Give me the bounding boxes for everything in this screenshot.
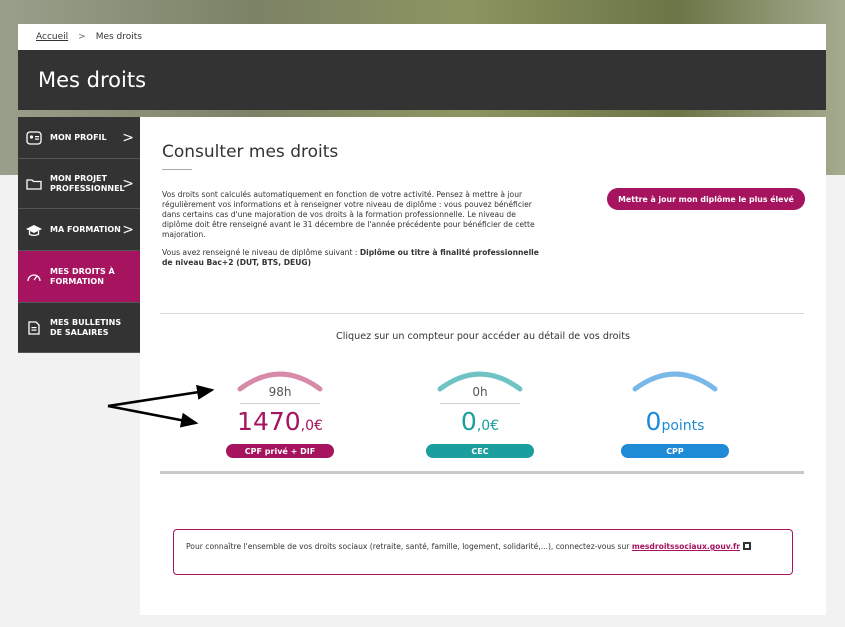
- external-link-icon: [743, 542, 752, 550]
- gauge-icon: [26, 269, 42, 285]
- counter-amount-value: 1470: [237, 407, 301, 436]
- section-title: Consulter mes droits: [162, 142, 339, 162]
- counter-label-cec[interactable]: CEC: [426, 444, 534, 458]
- counter-amount: 0,0€: [410, 407, 550, 436]
- counter-amount-unit: ,0€: [476, 418, 500, 434]
- mesdroitssociaux-link[interactable]: mesdroitssociaux.gouv.fr: [632, 542, 740, 551]
- graduation-cap-icon: [26, 222, 42, 238]
- page-title: Mes droits: [38, 68, 147, 92]
- counters-baseline: [160, 471, 804, 474]
- sidebar-item-mon-projet[interactable]: MON PROJET PROFESSIONNEL >: [18, 159, 140, 209]
- intro-paragraph: Vos droits sont calculés automatiquement…: [162, 190, 535, 239]
- title-underline: [162, 169, 192, 170]
- sidebar: MON PROFIL > MON PROJET PROFESSIONNEL > …: [18, 117, 140, 353]
- chevron-right-icon: >: [122, 221, 134, 238]
- sidebar-item-label: MON PROJET PROFESSIONNEL: [50, 173, 125, 193]
- counter-amount-unit: points: [661, 418, 705, 434]
- profile-card-icon: [26, 130, 42, 146]
- intro-text: Vos droits sont calculés automatiquement…: [162, 190, 542, 276]
- breadcrumb: Accueil > Mes droits: [18, 24, 826, 50]
- sidebar-item-label: MES DROITS À FORMATION: [50, 266, 115, 286]
- breadcrumb-current: Mes droits: [95, 32, 142, 42]
- folder-icon: [26, 176, 42, 192]
- sidebar-item-label: MON PROFIL: [50, 132, 107, 142]
- counter-cec[interactable]: 0h 0,0€ CEC: [410, 365, 550, 461]
- sidebar-item-label: MA FORMATION: [50, 224, 121, 234]
- chevron-right-icon: >: [122, 129, 134, 146]
- counter-cpp[interactable]: 0points CPP: [605, 365, 745, 461]
- counter-amount-value: 0: [645, 407, 662, 436]
- chevron-right-icon: >: [122, 175, 134, 192]
- divider: [160, 313, 804, 314]
- counter-hours: 98h: [268, 385, 292, 399]
- counter-amount-unit: ,0€: [300, 418, 323, 434]
- info-text: Pour connaître l'ensemble de vos droits …: [186, 542, 632, 551]
- counters-title: Cliquez sur un compteur pour accéder au …: [336, 331, 630, 342]
- social-rights-info-box: Pour connaître l'ensemble de vos droits …: [173, 529, 793, 575]
- counter-divider: [440, 403, 520, 404]
- sidebar-item-bulletins[interactable]: MES BULLETINS DE SALAIRES: [18, 303, 140, 353]
- sidebar-item-label: MES BULLETINS DE SALAIRES: [50, 317, 122, 337]
- breadcrumb-home-link[interactable]: Accueil: [36, 32, 68, 42]
- page-title-band: Mes droits: [18, 50, 826, 110]
- sidebar-item-mon-profil[interactable]: MON PROFIL >: [18, 117, 140, 159]
- counter-label-cpp[interactable]: CPP: [621, 444, 729, 458]
- sidebar-item-ma-formation[interactable]: MA FORMATION >: [18, 209, 140, 251]
- counter-divider: [240, 403, 320, 404]
- breadcrumb-separator: >: [78, 32, 86, 42]
- update-diploma-button[interactable]: Mettre à jour mon diplôme le plus élevé: [607, 188, 805, 210]
- counter-label-cpf[interactable]: CPF privé + DIF: [226, 444, 334, 458]
- sidebar-item-mes-droits[interactable]: MES DROITS À FORMATION: [18, 251, 140, 303]
- counter-amount-value: 0: [460, 407, 477, 436]
- counter-arc: [632, 371, 718, 392]
- counter-cpf[interactable]: 98h 1470,0€ CPF privé + DIF: [210, 365, 350, 461]
- document-icon: [26, 320, 42, 336]
- diploma-prefix: Vous avez renseigné le niveau de diplôme…: [162, 248, 360, 257]
- counter-hours: 0h: [472, 385, 488, 399]
- counter-amount: 0points: [605, 407, 745, 436]
- counter-amount: 1470,0€: [210, 407, 350, 436]
- main-content: Consulter mes droits Vos droits sont cal…: [140, 117, 826, 615]
- diploma-paragraph: Vous avez renseigné le niveau de diplôme…: [162, 248, 542, 268]
